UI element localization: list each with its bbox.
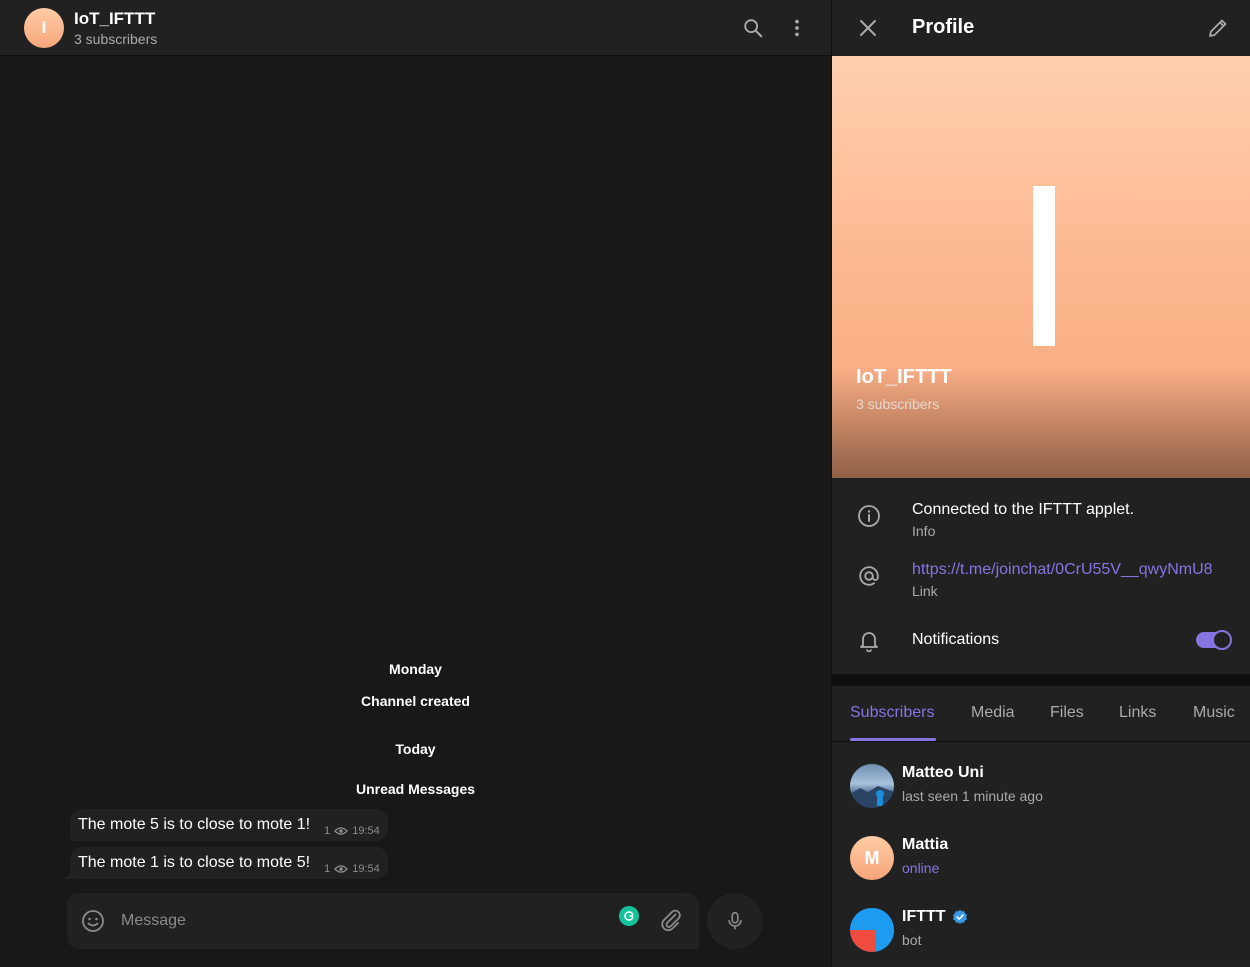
- search-icon[interactable]: [739, 14, 767, 42]
- info-row[interactable]: Connected to the IFTTT applet. Info: [832, 496, 1250, 546]
- microphone-icon: [728, 911, 742, 930]
- bell-icon: [856, 627, 882, 653]
- message-time: 19:54: [352, 825, 380, 837]
- notifications-toggle[interactable]: [1196, 630, 1232, 650]
- tab-links[interactable]: Links: [1119, 704, 1156, 722]
- message-bubble[interactable]: The mote 1 is to close to mote 5! 1 19:5…: [63, 847, 388, 879]
- message-time: 19:54: [352, 863, 380, 875]
- subscriber-status: online: [902, 860, 940, 876]
- cover-letter-mark: [1033, 186, 1055, 346]
- subscriber-name: IFTTT: [902, 908, 968, 926]
- notifications-label: Notifications: [912, 631, 1000, 648]
- profile-title: Profile: [912, 16, 975, 38]
- subscriber-name: Mattia: [902, 836, 949, 853]
- link-row[interactable]: https://t.me/joinchat/0CrU55V__qwyNmU8 L…: [832, 556, 1250, 606]
- attach-icon[interactable]: [659, 908, 683, 937]
- channel-avatar[interactable]: I: [24, 8, 64, 48]
- active-tab-indicator: [850, 738, 936, 741]
- message-bubble[interactable]: The mote 5 is to close to mote 1! 1 19:5…: [70, 809, 388, 841]
- avatar: [850, 908, 894, 952]
- profile-panel: Profile IoT_IFTTT 3 subscribers Connecte…: [831, 0, 1250, 967]
- info-text: Connected to the IFTTT applet.: [912, 501, 1135, 518]
- subscriber-item[interactable]: IFTTT bot: [832, 908, 1250, 967]
- info-icon: [856, 503, 882, 529]
- more-vertical-icon[interactable]: [783, 14, 811, 42]
- chat-header[interactable]: I IoT_IFTTT 3 subscribers: [0, 0, 831, 56]
- date-separator: Today: [395, 741, 436, 757]
- shared-media-tabs: Subscribers Media Files Links Music: [832, 686, 1250, 742]
- eye-icon: [334, 827, 349, 835]
- service-message: Channel created: [361, 693, 470, 709]
- view-count: 1: [324, 863, 331, 875]
- tab-music[interactable]: Music: [1193, 704, 1235, 722]
- avatar: M: [850, 836, 894, 880]
- chat-subscribers: 3 subscribers: [74, 31, 158, 47]
- voice-record-button[interactable]: [707, 893, 763, 949]
- subscriber-item[interactable]: Matteo Uni last seen 1 minute ago: [832, 764, 1250, 828]
- message-input[interactable]: [121, 909, 601, 933]
- toggle-knob: [1212, 630, 1232, 650]
- message-text: The mote 5 is to close to mote 1!: [78, 816, 311, 833]
- close-icon[interactable]: [856, 16, 880, 45]
- avatar: [850, 764, 894, 808]
- emoji-icon[interactable]: [81, 909, 105, 938]
- profile-name: IoT_IFTTT: [856, 366, 952, 388]
- tab-media[interactable]: Media: [971, 704, 1015, 722]
- unread-divider: Unread Messages: [355, 781, 476, 797]
- invite-link[interactable]: https://t.me/joinchat/0CrU55V__qwyNmU8: [912, 561, 1213, 579]
- section-divider: [832, 674, 1250, 686]
- subscriber-status: last seen 1 minute ago: [902, 788, 1043, 804]
- profile-header: Profile: [832, 0, 1250, 56]
- subscriber-name: Matteo Uni: [902, 764, 984, 781]
- verified-badge-icon: [952, 909, 967, 924]
- info-label: Info: [912, 523, 936, 539]
- edit-pencil-icon[interactable]: [1206, 16, 1230, 45]
- subscriber-status: bot: [902, 932, 922, 948]
- subscriber-name-text: IFTTT: [902, 908, 946, 925]
- grammarly-icon[interactable]: [619, 906, 639, 926]
- subscriber-item[interactable]: M Mattia online: [832, 836, 1250, 900]
- chat-title: IoT_IFTTT: [74, 9, 156, 28]
- date-separator: Monday: [389, 661, 442, 677]
- eye-icon: [334, 865, 349, 873]
- message-text: The mote 1 is to close to mote 5!: [78, 854, 311, 871]
- message-meta: 1 19:54: [324, 863, 380, 875]
- notifications-row[interactable]: Notifications: [832, 626, 1250, 656]
- tab-subscribers[interactable]: Subscribers: [850, 704, 934, 722]
- profile-cover[interactable]: [832, 56, 1250, 478]
- telegram-app: I IoT_IFTTT 3 subscribers Monday Channel…: [0, 0, 1250, 967]
- link-label: Link: [912, 583, 938, 599]
- message-meta: 1 19:54: [324, 825, 380, 837]
- profile-subscribers: 3 subscribers: [856, 396, 940, 412]
- chat-panel: I IoT_IFTTT 3 subscribers Monday Channel…: [0, 0, 831, 967]
- message-composer: [67, 893, 699, 949]
- at-sign-icon: [856, 563, 882, 589]
- bubble-tail: [63, 869, 73, 879]
- view-count: 1: [324, 825, 331, 837]
- tab-files[interactable]: Files: [1050, 704, 1084, 722]
